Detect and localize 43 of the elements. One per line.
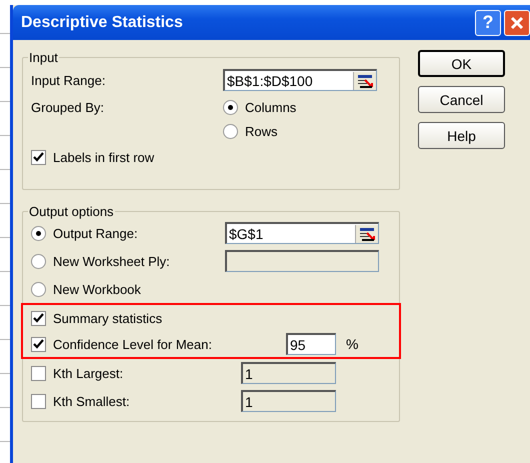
group-legend: Input	[28, 50, 59, 65]
radio-button[interactable]	[31, 282, 46, 296]
checkbox-label: Kth Smallest:	[53, 394, 131, 408]
dialog-button[interactable]: Cancel	[418, 86, 505, 113]
k-value-field[interactable]: 1	[241, 362, 336, 384]
radio-label: Rows	[245, 124, 278, 138]
checkbox-label: Summary statistics	[53, 310, 164, 326]
input-range-field[interactable]: $B$1:$D$100	[223, 69, 377, 91]
radio-button[interactable]	[31, 226, 46, 240]
group-legend: Output options	[28, 204, 115, 219]
radio-button[interactable]	[223, 124, 238, 138]
dialog-button[interactable]: Help	[418, 122, 505, 149]
range-picker-button[interactable]	[353, 72, 376, 90]
radio-label: New Worksheet Ply:	[53, 254, 171, 268]
dialog-button[interactable]: OK	[418, 50, 505, 77]
worksheet-name-field[interactable]	[225, 250, 379, 272]
field-label: Grouped By:	[31, 100, 105, 114]
help-button[interactable]: ?	[475, 10, 501, 36]
radio-button[interactable]	[31, 254, 46, 268]
radio-label: New Workbook	[53, 282, 142, 296]
checkbox[interactable]	[31, 150, 46, 164]
check-mark-icon	[33, 338, 44, 350]
window-title: Descriptive Statistics	[21, 14, 184, 32]
checkbox[interactable]	[31, 394, 46, 408]
k-value-field[interactable]: 1	[241, 390, 336, 412]
checkbox[interactable]	[31, 366, 46, 380]
check-mark-icon	[33, 312, 44, 324]
checkbox-label: Kth Largest:	[53, 366, 124, 380]
checkbox[interactable]	[31, 336, 46, 352]
checkbox[interactable]	[31, 310, 46, 326]
checkbox-label: Confidence Level for Mean:	[53, 336, 213, 352]
radio-label: Columns	[245, 100, 296, 114]
radio-label: Output Range:	[53, 226, 139, 240]
close-button[interactable]	[504, 10, 530, 36]
check-mark-icon	[33, 152, 44, 162]
output-range-field[interactable]: $G$1	[225, 222, 379, 244]
percent-label: %	[346, 336, 358, 352]
close-icon	[510, 16, 524, 30]
radio-button[interactable]	[223, 100, 238, 114]
field-label: Input Range:	[31, 72, 106, 88]
confidence-level-field[interactable]: 95	[286, 333, 336, 355]
checkbox-label: Labels in first row	[53, 150, 154, 164]
range-picker-button[interactable]	[355, 224, 378, 242]
